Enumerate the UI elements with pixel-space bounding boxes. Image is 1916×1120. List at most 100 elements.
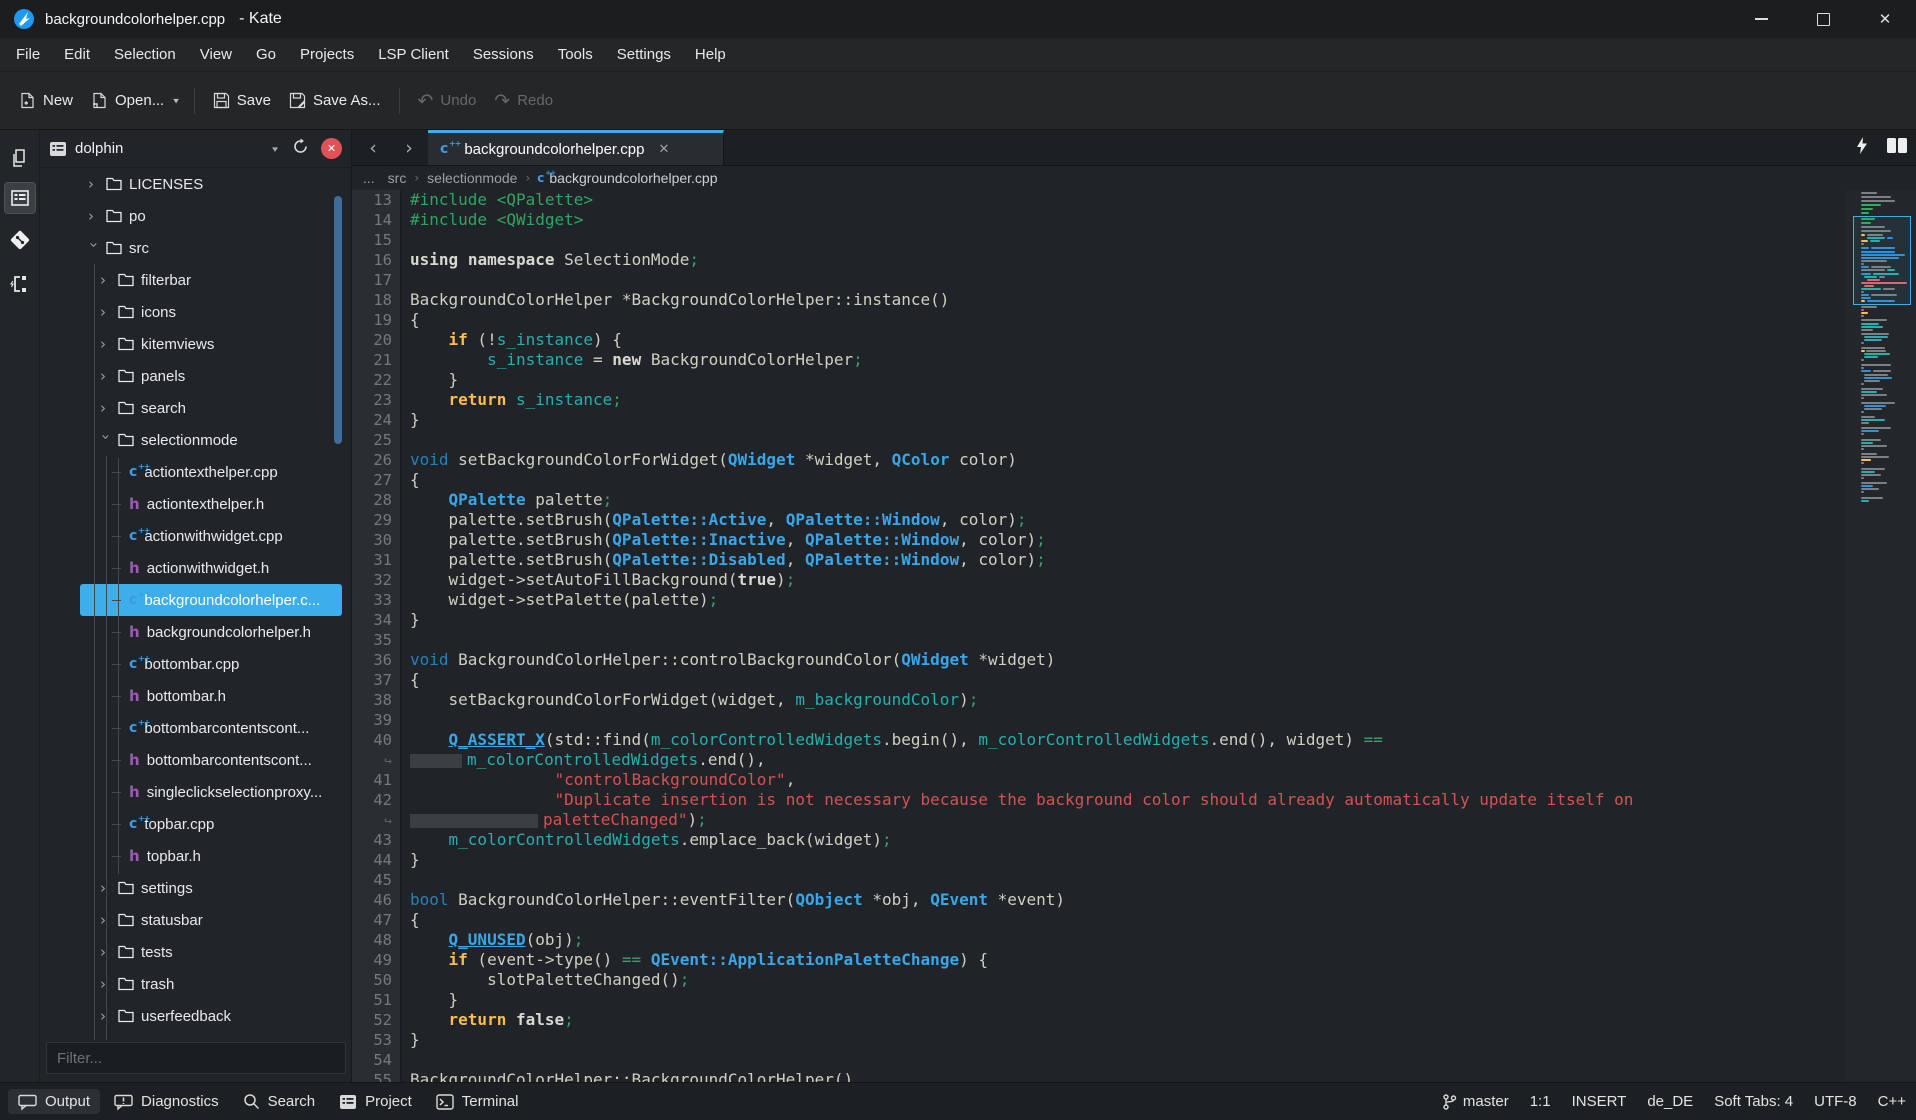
tree-item-licenses[interactable]: › LICENSES	[88, 168, 203, 200]
breadcrumb-src[interactable]: src	[388, 170, 407, 186]
tree-item-src[interactable]: ›src	[88, 232, 149, 264]
project-close-button[interactable]: ✕	[321, 138, 342, 159]
quick-open-lightning-icon[interactable]	[1856, 137, 1868, 159]
new-button[interactable]: New	[10, 86, 82, 115]
menu-tools[interactable]: Tools	[546, 38, 605, 71]
tree-item-singleclickselectionproxy-[interactable]: hsingleclickselectionproxy...	[112, 776, 322, 808]
chevron-collapsed-icon[interactable]: ›	[100, 367, 112, 385]
chevron-collapsed-icon[interactable]: ›	[100, 335, 112, 353]
open-button[interactable]: Open...	[82, 86, 173, 115]
input-mode-status[interactable]: INSERT	[1572, 1093, 1627, 1110]
chevron-collapsed-icon[interactable]: ›	[100, 399, 112, 417]
chevron-expanded-icon[interactable]: ›	[85, 242, 103, 254]
breadcrumb-ellipsis[interactable]: ...	[363, 170, 375, 186]
tree-item-bottombarcontentscont-[interactable]: c++bottombarcontentscont...	[112, 712, 309, 744]
chevron-collapsed-icon[interactable]: ›	[88, 207, 100, 225]
tree-item-bottombar-cpp[interactable]: c++bottombar.cpp	[112, 648, 239, 680]
chevron-collapsed-icon[interactable]: ›	[100, 271, 112, 289]
tab-mode-status[interactable]: Soft Tabs: 4	[1714, 1093, 1793, 1110]
tree-item-userfeedback[interactable]: ›userfeedback	[100, 1000, 231, 1032]
forward-button[interactable]: ›	[392, 130, 426, 165]
tree-item-icons[interactable]: ›icons	[100, 296, 176, 328]
chevron-collapsed-icon[interactable]: ›	[88, 175, 100, 193]
project-selector[interactable]: dolphin	[75, 140, 272, 157]
statusbar-diagnostics-button[interactable]: Diagnostics	[104, 1089, 229, 1114]
tree-item-backgroundcolorhelper-c-[interactable]: c++backgroundcolorhelper.c...	[112, 584, 320, 616]
syntax-status[interactable]: C++	[1878, 1093, 1906, 1110]
titlebar[interactable]: backgroundcolorhelper.cpp - Kate ✕	[0, 0, 1916, 38]
menu-view[interactable]: View	[188, 38, 244, 71]
filter-input[interactable]	[47, 1043, 365, 1073]
menu-selection[interactable]: Selection	[102, 38, 188, 71]
minimap-code-bar	[1861, 222, 1871, 224]
encoding-status[interactable]: UTF-8	[1814, 1093, 1857, 1110]
tree-item-actiontexthelper-h[interactable]: hactiontexthelper.h	[112, 488, 264, 520]
maximize-button[interactable]	[1792, 0, 1854, 38]
statusbar-search-button[interactable]: Search	[233, 1089, 326, 1114]
save-as-button[interactable]: Save As...	[280, 86, 390, 115]
menu-edit[interactable]: Edit	[52, 38, 102, 71]
minimap-code-bar	[1866, 350, 1886, 352]
breadcrumb-file[interactable]: backgroundcolorhelper.cpp	[549, 170, 717, 186]
project-combo-chevron-icon[interactable]: ▾	[272, 143, 278, 154]
save-button[interactable]: Save	[204, 86, 280, 115]
menu-settings[interactable]: Settings	[605, 38, 683, 71]
menu-projects[interactable]: Projects	[288, 38, 366, 71]
tree-item-actiontexthelper-cpp[interactable]: c++actiontexthelper.cpp	[112, 456, 278, 488]
tab-backgroundcolorhelper[interactable]: c++ backgroundcolorhelper.cpp ✕	[428, 130, 724, 165]
sidebar-lsp-symbols-button[interactable]	[4, 268, 36, 300]
split-view-icon[interactable]	[1886, 137, 1908, 159]
tree-item-kitemviews[interactable]: ›kitemviews	[100, 328, 214, 360]
git-icon	[8, 228, 32, 252]
tree-item-bottombar-h[interactable]: hbottombar.h	[112, 680, 226, 712]
tab-close-icon[interactable]: ✕	[658, 141, 669, 157]
tree-item-trash[interactable]: ›trash	[100, 968, 174, 1000]
breadcrumb-selectionmode[interactable]: selectionmode	[427, 170, 517, 186]
minimize-button[interactable]	[1730, 0, 1792, 38]
tree-item-statusbar[interactable]: ›statusbar	[100, 904, 203, 936]
undo-button[interactable]: ↶ Undo	[409, 86, 486, 116]
open-dropdown-chevron-icon[interactable]: ▾	[173, 95, 185, 105]
menu-lsp-client[interactable]: LSP Client	[366, 38, 461, 71]
chevron-collapsed-icon[interactable]: ›	[100, 303, 112, 321]
redo-button[interactable]: ↷ Redo	[485, 86, 562, 116]
minimap-code-bar	[1861, 247, 1869, 249]
close-button[interactable]: ✕	[1854, 0, 1916, 38]
statusbar-project-button[interactable]: Project	[329, 1089, 422, 1114]
tree-item-topbar-cpp[interactable]: c++topbar.cpp	[112, 808, 214, 840]
tree-item-topbar-h[interactable]: htopbar.h	[112, 840, 201, 872]
sidebar-documents-button[interactable]	[4, 142, 36, 174]
project-file-tree[interactable]: › LICENSES ›po›src›filterbar›icons›kitemvi…	[40, 168, 351, 1040]
cursor-position-status[interactable]: 1:1	[1530, 1093, 1551, 1110]
code-editor[interactable]: #include <QPalette>#include <QWidget> us…	[402, 190, 1845, 1082]
project-refresh-button[interactable]	[292, 138, 309, 160]
back-button[interactable]: ‹	[356, 130, 390, 165]
tree-connector	[112, 824, 121, 825]
statusbar-terminal-button[interactable]: Terminal	[426, 1089, 529, 1114]
sidebar-projects-button[interactable]	[4, 182, 36, 214]
tree-item-actionwithwidget-h[interactable]: hactionwithwidget.h	[112, 552, 269, 584]
tree-connector	[112, 504, 121, 505]
chevron-expanded-icon[interactable]: ›	[97, 434, 115, 446]
tree-item-search[interactable]: ›search	[100, 392, 186, 424]
sidebar-git-button[interactable]	[4, 224, 36, 256]
menu-go[interactable]: Go	[244, 38, 288, 71]
tree-item-filterbar[interactable]: ›filterbar	[100, 264, 191, 296]
git-branch-status[interactable]: master	[1442, 1093, 1509, 1111]
menu-file[interactable]: File	[4, 38, 52, 71]
menu-help[interactable]: Help	[683, 38, 738, 71]
tree-item-po[interactable]: ›po	[88, 200, 146, 232]
tree-item-settings[interactable]: ›settings	[100, 872, 193, 904]
tree-item-tests[interactable]: ›tests	[100, 936, 173, 968]
tree-item-bottombarcontentscont-[interactable]: hbottombarcontentscont...	[112, 744, 312, 776]
minimap-scrollbar[interactable]	[1845, 190, 1916, 1082]
tree-item-actionwithwidget-cpp[interactable]: c++actionwithwidget.cpp	[112, 520, 283, 552]
tree-scrollbar-thumb[interactable]	[334, 196, 342, 444]
dictionary-status[interactable]: de_DE	[1647, 1093, 1693, 1110]
menu-sessions[interactable]: Sessions	[461, 38, 546, 71]
tree-item-selectionmode[interactable]: ›selectionmode	[100, 424, 238, 456]
tree-item-label: LICENSES	[129, 176, 203, 193]
statusbar-output-button[interactable]: Output	[8, 1089, 100, 1114]
tree-item-panels[interactable]: ›panels	[100, 360, 185, 392]
tree-item-backgroundcolorhelper-h[interactable]: hbackgroundcolorhelper.h	[112, 616, 311, 648]
